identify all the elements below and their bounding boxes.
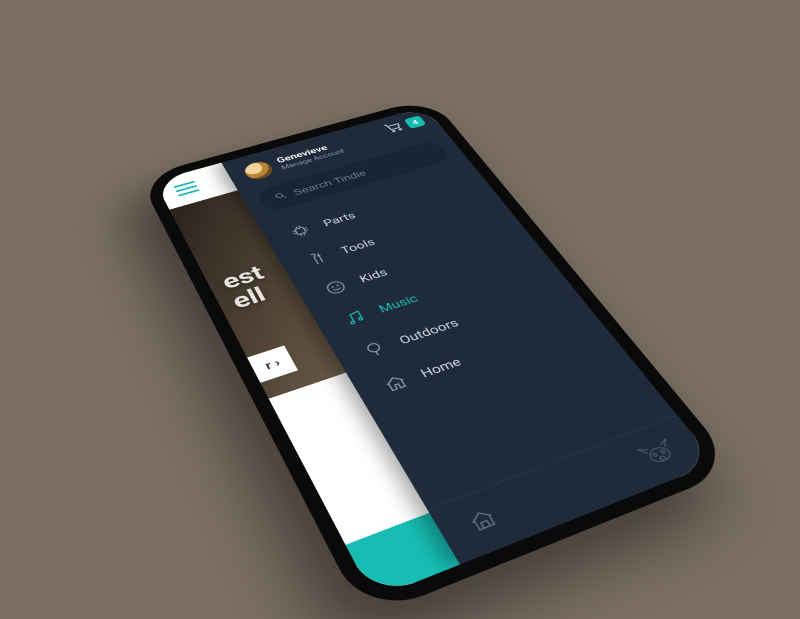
mascot-icon	[628, 431, 690, 476]
avatar[interactable]	[241, 159, 276, 181]
tree-icon	[358, 338, 392, 361]
house-icon	[378, 371, 413, 395]
cart-icon	[381, 120, 408, 137]
nav-label: Music	[376, 292, 421, 315]
nav-label: Tools	[338, 236, 377, 256]
device-frame: estell r › Genevieve Manage Account	[138, 97, 738, 619]
tools-icon	[302, 249, 333, 269]
chip-icon	[285, 221, 316, 240]
cart-count-badge: 4	[404, 115, 427, 129]
nav-label: Parts	[321, 210, 358, 229]
music-icon	[338, 307, 371, 329]
nav-label: Kids	[357, 266, 390, 285]
search-icon	[272, 190, 290, 204]
hero-cta-button[interactable]: r ›	[247, 345, 298, 382]
house-icon[interactable]	[464, 504, 504, 538]
smile-icon	[320, 277, 352, 298]
user-block[interactable]: Genevieve Manage Account	[276, 141, 346, 171]
screen: estell r › Genevieve Manage Account	[154, 106, 716, 598]
nav-label: Home	[418, 355, 465, 381]
menu-toggle-button[interactable]	[173, 181, 199, 197]
cart-button[interactable]: 4	[381, 114, 428, 137]
drawer-footer	[427, 414, 716, 564]
